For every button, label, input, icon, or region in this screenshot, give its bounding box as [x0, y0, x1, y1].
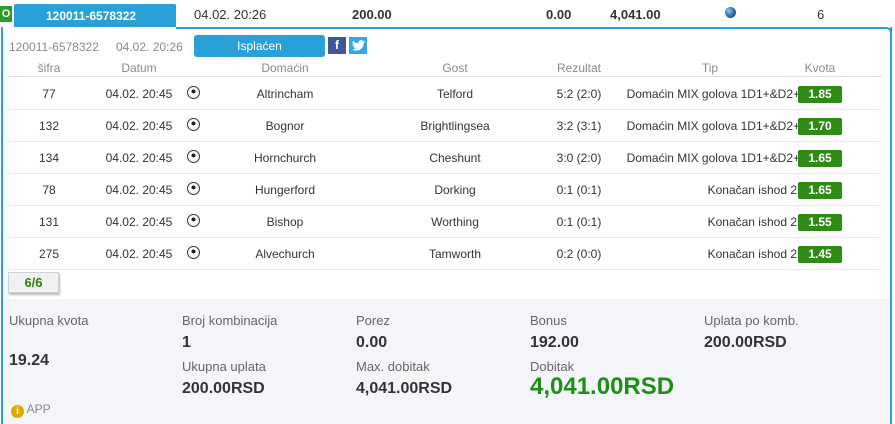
app-label: APP	[26, 402, 51, 416]
status-dot-icon	[725, 7, 736, 18]
hits-badge: 6/6	[8, 272, 59, 293]
match-code: 134	[38, 151, 60, 165]
match-result: 0:1 (0:1)	[556, 215, 602, 229]
match-result: 0:2 (0:0)	[556, 247, 602, 261]
total-payment-value: 200.00RSD	[182, 380, 265, 397]
table-row: 131 04.02. 20:45 Bishop Worthing 0:1 (0:…	[5, 206, 882, 238]
table-row: 78 04.02. 20:45 Hungerford Dorking 0:1 (…	[5, 174, 882, 206]
ticket-stake: 200.00	[352, 7, 392, 22]
match-tip: Konačan ishod 2	[707, 247, 797, 261]
win-label: Dobitak	[530, 359, 575, 374]
total-odd-value: 19.24	[9, 352, 50, 369]
match-code: 132	[38, 119, 60, 133]
match-guest: Telford	[436, 87, 474, 101]
match-guest: Dorking	[434, 183, 476, 197]
match-date: 04.02. 20:45	[105, 119, 173, 133]
col-result: Rezultat	[556, 61, 602, 75]
detail-datetime: 04.02. 20:26	[116, 40, 183, 54]
col-tip: Tip	[701, 61, 719, 75]
match-result: 5:2 (2:0)	[556, 87, 602, 101]
ticket-win: 4,041.00	[610, 7, 661, 22]
table-row: 132 04.02. 20:45 Bognor Brightlingsea 3:…	[5, 110, 882, 142]
match-result: 3:0 (2:0)	[556, 151, 602, 165]
combinations-label: Broj kombinacija	[182, 313, 278, 328]
match-date: 04.02. 20:45	[105, 87, 173, 101]
facebook-icon[interactable]: f	[328, 37, 346, 54]
match-code: 78	[42, 183, 56, 197]
match-guest: Cheshunt	[429, 151, 481, 165]
match-result: 3:2 (3:1)	[556, 119, 602, 133]
odd-badge: 1.55	[798, 214, 842, 231]
match-date: 04.02. 20:45	[105, 151, 173, 165]
status-badge: O	[0, 6, 12, 22]
match-tip: Domaćin MIX golova 1D1+&D2+	[626, 119, 800, 133]
paid-status-button[interactable]: Isplaćen	[194, 35, 325, 57]
odd-badge: 1.65	[798, 150, 842, 167]
panel-border-top	[176, 27, 886, 29]
ticket-datetime: 04.02. 20:26	[194, 7, 267, 22]
odd-badge: 1.65	[798, 182, 842, 199]
combinations-value: 1	[182, 334, 191, 351]
match-tip: Domaćin MIX golova 1D1+&D2+	[626, 151, 800, 165]
ticket-match-count: 6	[817, 7, 825, 22]
per-comb-label: Uplata po komb.	[704, 313, 799, 328]
odd-badge: 1.85	[798, 86, 842, 103]
info-icon: i	[11, 405, 24, 418]
panel-border-corner	[878, 27, 892, 41]
max-win-label: Max. dobitak	[356, 359, 430, 374]
app-link[interactable]: i APP	[11, 402, 51, 418]
total-odd-label: Ukupna kvota	[9, 313, 89, 328]
tax-label: Porez	[356, 313, 390, 328]
table-row: 77 04.02. 20:45 Altrincham Telford 5:2 (…	[5, 78, 882, 110]
match-guest: Tamworth	[428, 247, 481, 261]
bonus-value: 192.00	[530, 334, 579, 351]
per-comb-value: 200.00RSD	[704, 334, 787, 351]
table-row: 134 04.02. 20:45 Hornchurch Cheshunt 3:0…	[5, 142, 882, 174]
ticket-zero-value: 0.00	[546, 7, 572, 22]
ticket-id-tab[interactable]: 120011-6578322	[14, 4, 176, 28]
table-header: šifra Datum Domaćin Gost Rezultat Tip Kv…	[5, 60, 882, 77]
match-date: 04.02. 20:45	[105, 247, 173, 261]
match-date: 04.02. 20:45	[105, 215, 173, 229]
total-payment-label: Ukupna uplata	[182, 359, 266, 374]
ticket-row[interactable]: O 120011-6578322 04.02. 20:26 200.00 0.0…	[0, 0, 895, 28]
win-value: 4,041.00RSD	[530, 373, 675, 400]
match-tip: Konačan ishod 2	[707, 183, 797, 197]
twitter-icon[interactable]	[349, 37, 367, 54]
tax-value: 0.00	[356, 334, 388, 351]
odd-badge: 1.45	[798, 246, 842, 263]
match-code: 77	[42, 87, 56, 101]
match-result: 0:1 (0:1)	[556, 183, 602, 197]
odd-badge: 1.70	[798, 118, 842, 135]
match-tip: Konačan ishod 2	[707, 215, 797, 229]
match-guest: Worthing	[431, 215, 479, 229]
bonus-label: Bonus	[530, 313, 567, 328]
detail-ticket-id: 120011-6578322	[9, 40, 99, 54]
match-tip: Domaćin MIX golova 1D1+&D2+	[626, 87, 800, 101]
max-win-value: 4,041.00RSD	[356, 380, 453, 397]
col-odd: Kvota	[804, 61, 836, 75]
match-date: 04.02. 20:45	[105, 183, 173, 197]
match-guest: Brightlingsea	[420, 119, 490, 133]
col-guest: Gost	[442, 61, 468, 75]
col-date: Datum	[121, 61, 157, 75]
col-code: šifra	[37, 61, 61, 75]
match-code: 275	[38, 247, 60, 261]
match-code: 131	[38, 215, 60, 229]
table-row: 275 04.02. 20:45 Alvechurch Tamworth 0:2…	[5, 238, 882, 270]
